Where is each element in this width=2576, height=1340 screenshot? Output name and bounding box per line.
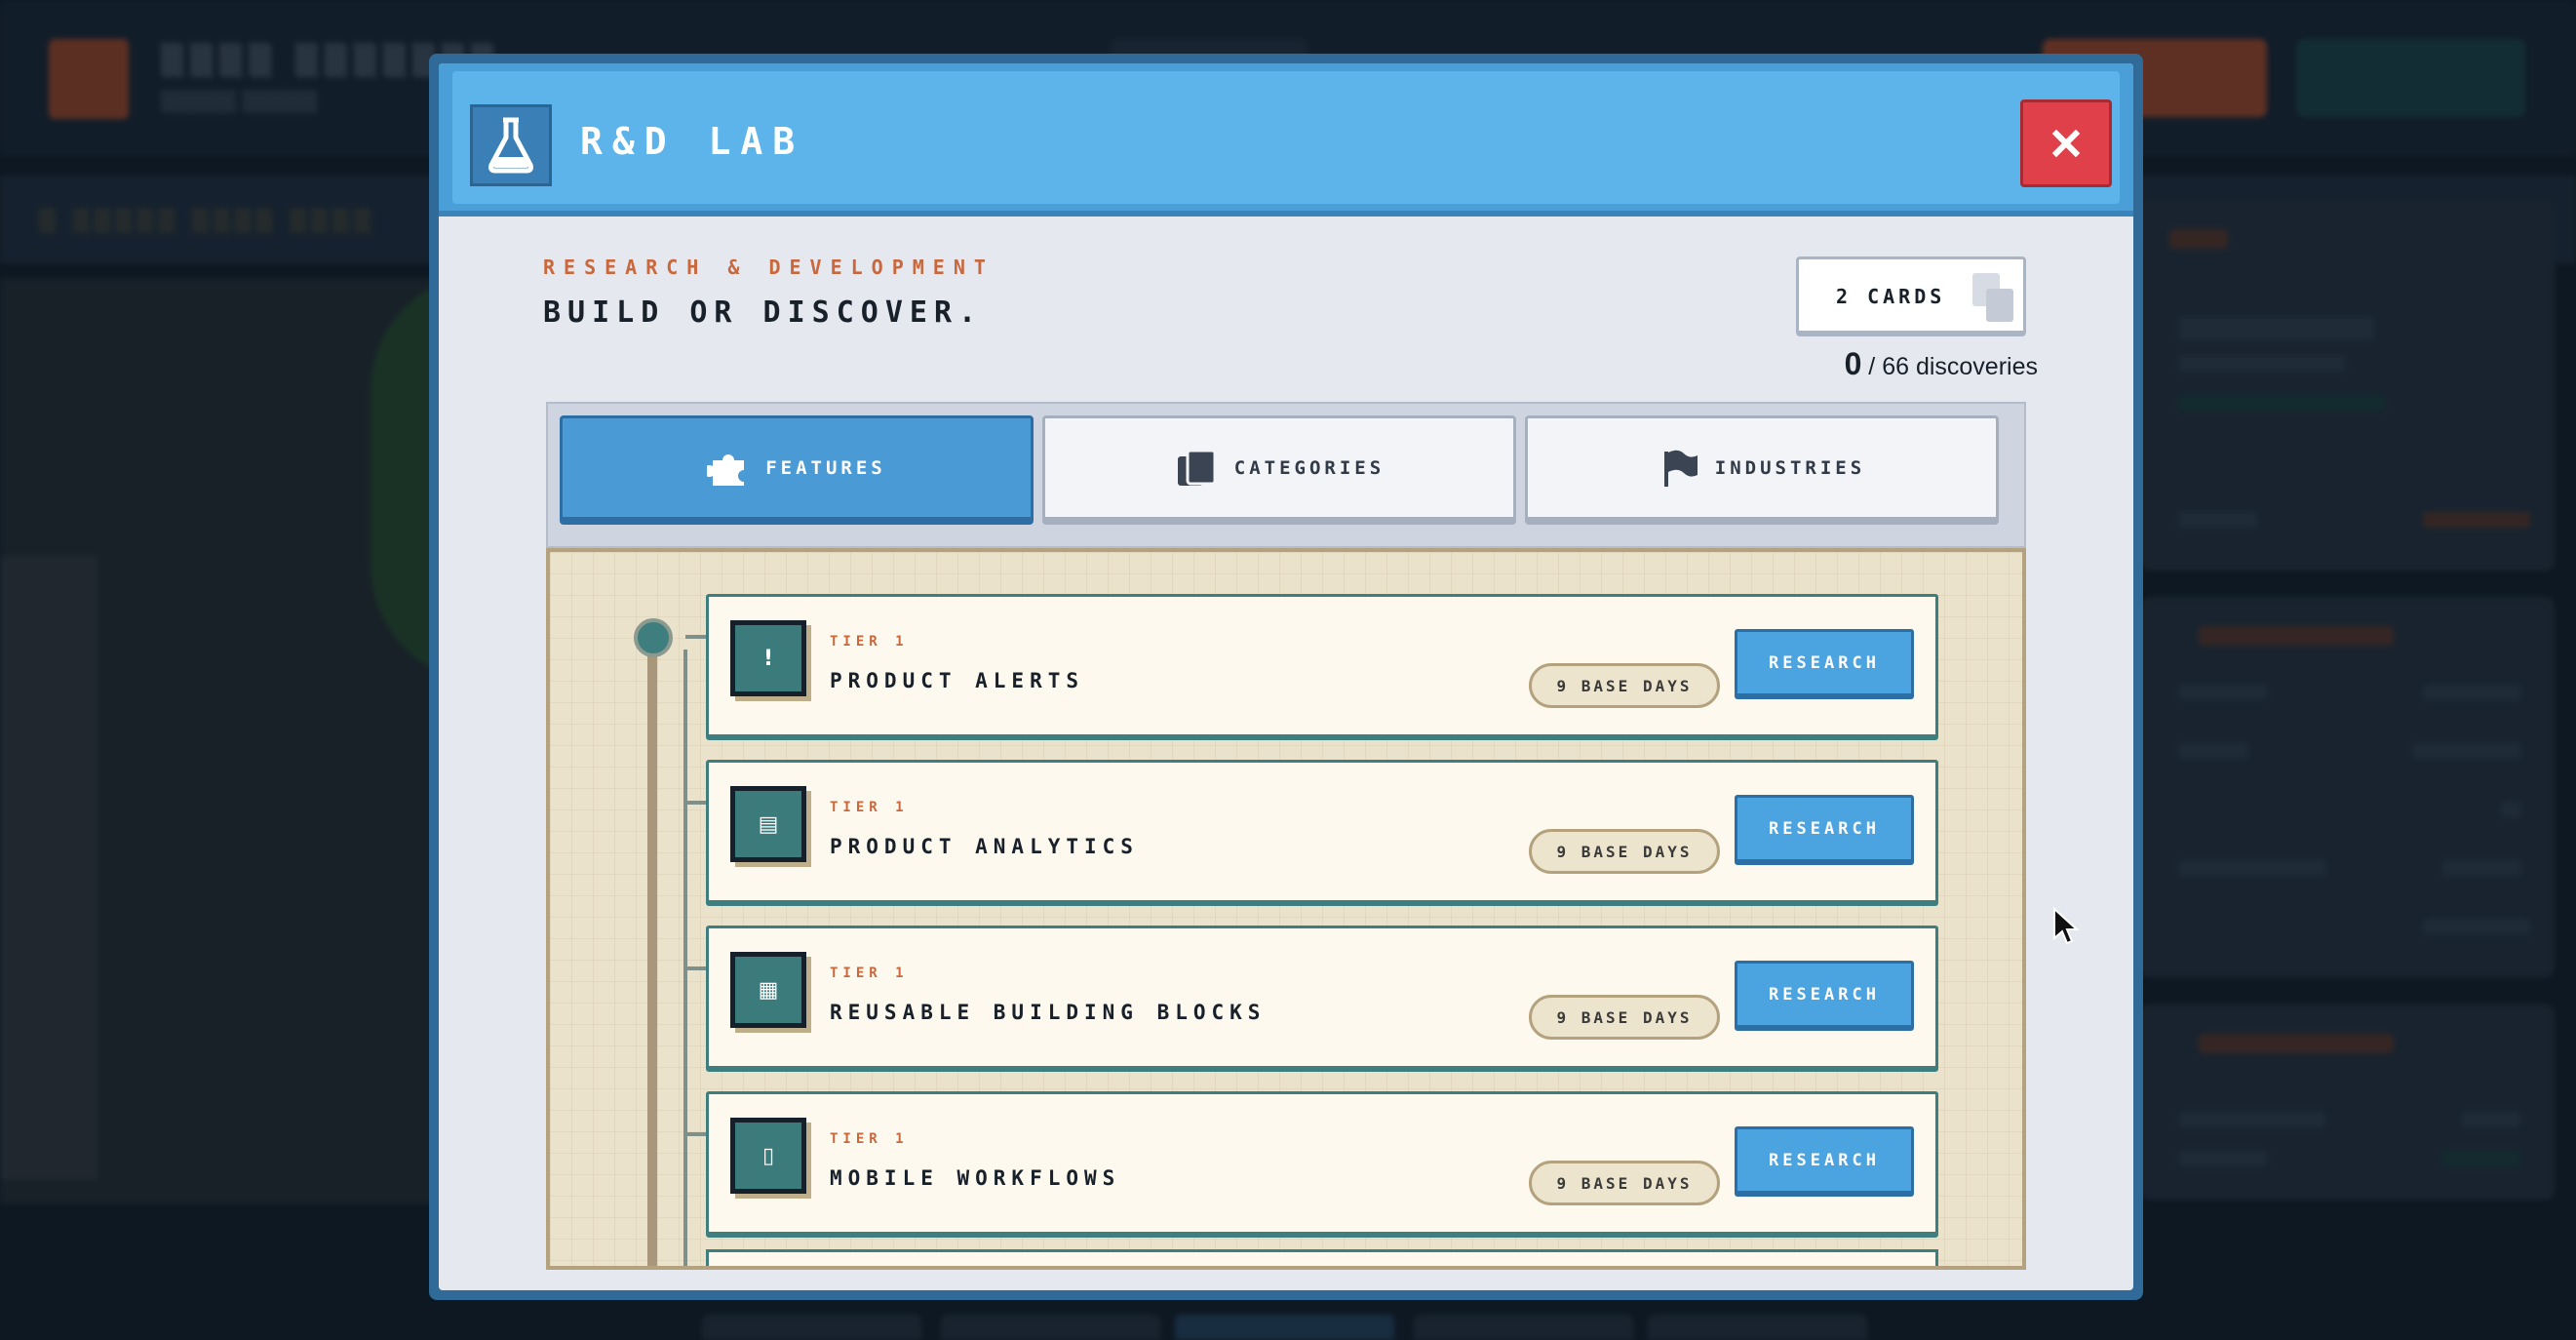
alert-icon: ! [730,620,806,696]
puzzle-icon [707,453,745,486]
tab-features-label: FEATURES [765,456,886,479]
research-button[interactable]: RESEARCH [1735,795,1914,865]
research-button[interactable]: RESEARCH [1735,629,1914,699]
base-days-badge: 9 BASE DAYS [1529,1161,1720,1205]
research-button[interactable]: RESEARCH [1735,961,1914,1031]
base-days-badge: 9 BASE DAYS [1529,995,1720,1040]
item-name: REUSABLE BUILDING BLOCKS [830,1001,1267,1024]
research-item-product-alerts: ! TIER 1 PRODUCT ALERTS 9 BASE DAYS RESE… [706,594,1938,740]
tech-tree-node [634,618,673,657]
item-name: PRODUCT ANALYTICS [830,835,1139,858]
cards-count-chip: 2 CARDS [1796,256,2026,336]
discoveries-count: 0 [1844,346,1862,381]
close-icon [2051,129,2081,158]
flask-icon [470,104,552,186]
tab-categories-label: CATEGORIES [1233,456,1386,479]
blocks-icon: ▦ [730,952,806,1028]
rnd-lab-modal: R&D LAB RESEARCH & DEVELOPMENT BUILD OR … [429,54,2143,1300]
tech-tree-branch [683,650,687,1266]
cards-icon [1177,449,1217,486]
research-list[interactable]: ! TIER 1 PRODUCT ALERTS 9 BASE DAYS RESE… [546,548,2026,1270]
flag-icon [1663,450,1698,487]
discoveries-counter: 0 / 66 discoveries [1845,346,2038,382]
close-button[interactable] [2020,99,2112,187]
tab-categories[interactable]: CATEGORIES [1042,415,1516,525]
research-item-mobile-workflows: ▯ TIER 1 MOBILE WORKFLOWS 9 BASE DAYS RE… [706,1091,1938,1238]
tech-tree-rail [647,630,657,1266]
cards-stack-icon-back [1986,289,2013,322]
base-days-badge: 9 BASE DAYS [1529,663,1720,708]
item-tier: TIER 1 [830,1131,909,1147]
section-eyebrow: RESEARCH & DEVELOPMENT [543,256,995,279]
modal-title: R&D LAB [580,120,805,163]
cards-count-label: 2 CARDS [1836,285,1946,308]
modal-header: R&D LAB [439,63,2133,217]
research-item-product-analytics: ▤ TIER 1 PRODUCT ANALYTICS 9 BASE DAYS R… [706,760,1938,906]
item-name: PRODUCT ALERTS [830,669,1085,692]
modal-body: R&D LAB RESEARCH & DEVELOPMENT BUILD OR … [439,63,2133,1290]
mouse-cursor-icon [2052,906,2080,950]
tab-industries-label: INDUSTRIES [1714,456,1866,479]
tab-features[interactable]: FEATURES [560,415,1034,525]
item-tier: TIER 1 [830,800,909,815]
item-tier: TIER 1 [830,966,909,981]
base-days-badge: 9 BASE DAYS [1529,829,1720,874]
research-button[interactable]: RESEARCH [1735,1126,1914,1197]
section-headline: BUILD OR DISCOVER. [543,296,984,330]
discoveries-suffix: / 66 discoveries [1861,353,2038,380]
mobile-icon: ▯ [730,1118,806,1194]
analytics-icon: ▤ [730,786,806,862]
research-item-reusable-building-blocks: ▦ TIER 1 REUSABLE BUILDING BLOCKS 9 BASE… [706,926,1938,1072]
item-tier: TIER 1 [830,634,909,650]
tab-industries[interactable]: INDUSTRIES [1525,415,1999,525]
item-name: MOBILE WORKFLOWS [830,1166,1121,1190]
research-item-partial [706,1249,1938,1266]
research-tabs: FEATURES CATEGORIES INDUSTRIES [546,402,2026,548]
